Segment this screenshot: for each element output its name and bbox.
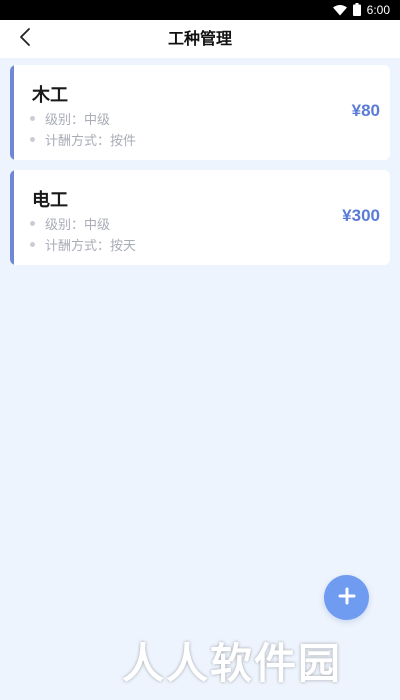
status-time: 6:00 [366,3,390,17]
bullet-icon [30,221,35,226]
bullet-icon [30,242,35,247]
job-pay-method-text: 计酬方式：按件 [45,134,137,149]
wifi-icon [332,1,347,20]
job-price: ¥300 [342,206,380,225]
status-bar: 6:00 [0,0,400,20]
job-card[interactable]: 电工 级别：中级 计酬方式：按天 ¥300 [10,170,390,265]
card-accent-bar [10,65,14,160]
watermark: 人人软件园 [122,639,343,688]
job-card[interactable]: 木工 级别：中级 计酬方式：按件 ¥80 [10,65,390,160]
status-indicators: 6:00 [332,0,390,20]
bullet-icon [30,116,35,121]
job-level-text: 级别：中级 [45,113,111,128]
job-pay-method-text: 计酬方式：按天 [45,239,137,254]
job-level-text: 级别：中级 [45,218,111,233]
chevron-left-icon [19,27,31,51]
job-list: 木工 级别：中级 计酬方式：按件 ¥80 电工 级别：中级 计酬方式：按天 ¥3… [10,65,390,275]
job-name: 木工 [32,85,68,106]
nav-bar: 工种管理 [0,20,400,58]
battery-icon [352,1,361,20]
job-name: 电工 [32,190,68,211]
back-button[interactable] [10,24,40,54]
job-pay-method: 计酬方式：按件 [30,130,136,149]
card-accent-bar [10,170,14,265]
bullet-icon [30,137,35,142]
plus-icon [338,587,356,609]
job-pay-method: 计酬方式：按天 [30,235,136,254]
page-title: 工种管理 [167,29,232,48]
job-price: ¥80 [351,101,380,120]
job-level: 级别：中级 [30,214,110,233]
job-level: 级别：中级 [30,109,110,128]
add-job-button[interactable] [324,575,369,620]
